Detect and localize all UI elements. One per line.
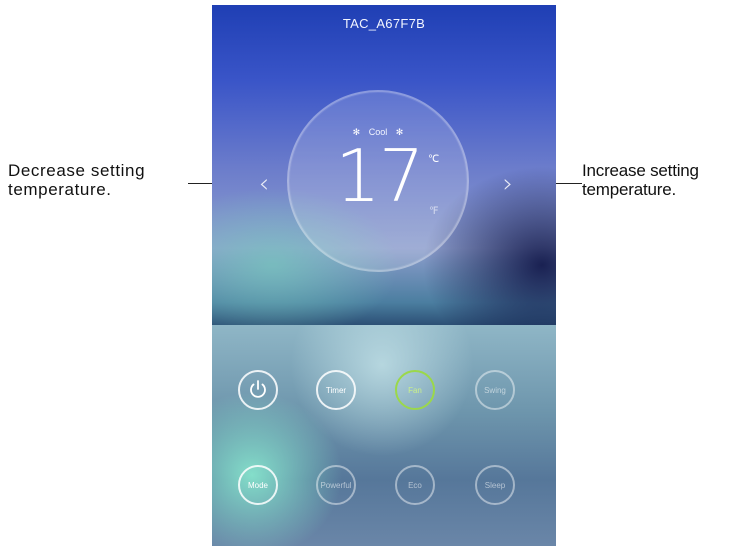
powerful-button[interactable]: Powerful — [316, 465, 356, 505]
timer-button[interactable]: Timer — [316, 370, 356, 410]
power-icon — [250, 380, 266, 398]
decrease-annotation-line1: Decrease setting — [8, 161, 146, 180]
swing-button[interactable]: Swing — [475, 370, 515, 410]
decrease-temperature-button[interactable]: ‹ — [254, 169, 274, 199]
temperature-dial: ✻ Cool ✻ 17 ℃ ℉ — [287, 90, 469, 272]
temperature-value: 17 — [335, 134, 425, 218]
control-panel: Timer Fan Swing Mode Powerful Eco Sleep — [212, 325, 556, 546]
decrease-annotation-line2: temperature. — [8, 180, 112, 199]
fan-button[interactable]: Fan — [395, 370, 435, 410]
increase-annotation-line2: temperature. — [582, 180, 676, 199]
mode-button[interactable]: Mode — [238, 465, 278, 505]
eco-button[interactable]: Eco — [395, 465, 435, 505]
power-button[interactable] — [238, 370, 278, 410]
increase-annotation-line1: Increase setting — [582, 161, 699, 180]
celsius-unit[interactable]: ℃ — [428, 154, 439, 165]
device-title: TAC_A67F7B — [342, 16, 426, 31]
increase-annotation: Increase setting temperature. — [582, 161, 699, 199]
decrease-annotation: Decrease setting temperature. — [8, 161, 145, 199]
increase-temperature-button[interactable]: › — [498, 169, 518, 199]
phone-screen: TAC_A67F7B ‹ › ✻ Cool ✻ 17 ℃ ℉ Timer Fan… — [212, 5, 556, 546]
fahrenheit-unit[interactable]: ℉ — [429, 206, 439, 217]
sleep-button[interactable]: Sleep — [475, 465, 515, 505]
